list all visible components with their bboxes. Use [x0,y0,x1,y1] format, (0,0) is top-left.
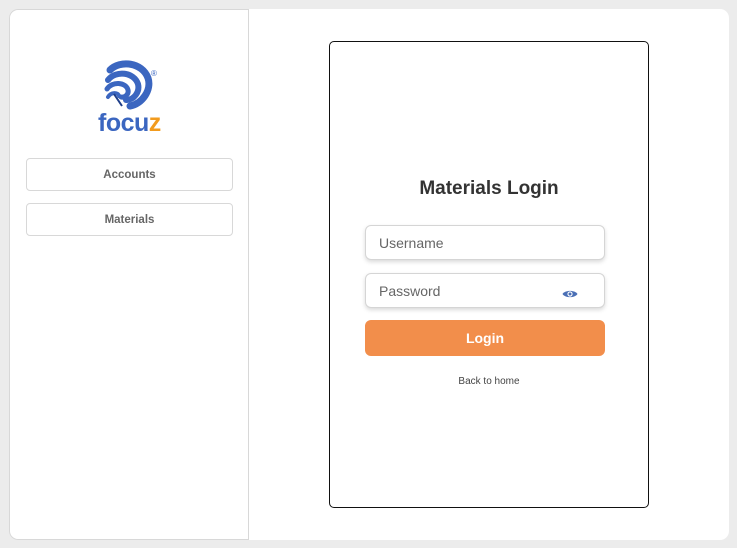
sidebar-item-accounts[interactable]: Accounts [26,158,233,191]
sidebar-item-label: Materials [104,213,155,226]
eye-icon[interactable] [562,286,578,298]
logo-wordmark-part2: z [148,109,162,137]
page-title: Materials Login [419,178,559,199]
login-button-label: Login [465,330,505,346]
sidebar-item-materials[interactable]: Materials [26,203,233,236]
login-button[interactable]: Login [365,320,605,356]
focuz-logo: ® focuz [94,56,166,146]
sidebar: ® focuz Accounts Materials [9,9,249,540]
username-input[interactable] [365,225,605,260]
focuz-logo-mark [104,60,153,110]
logo-wordmark: focuz [98,108,161,138]
back-to-home-link[interactable]: Back to home [330,376,648,387]
registered-mark: ® [151,69,157,78]
login-card: Materials Login Login Back to home [329,41,649,508]
sidebar-item-label: Accounts [103,168,156,181]
logo-wordmark-part1: focu [98,109,149,137]
